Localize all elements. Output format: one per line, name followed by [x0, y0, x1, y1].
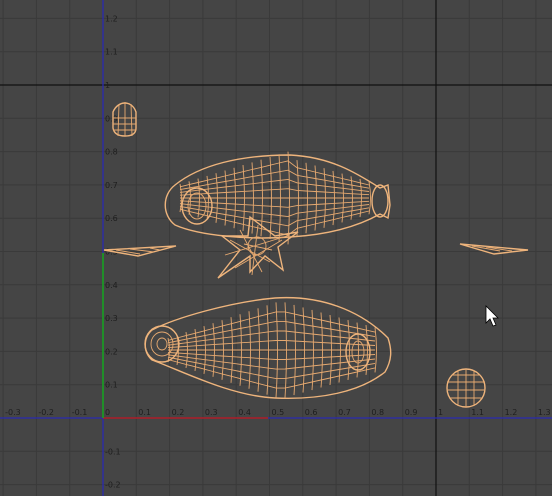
x-tick-label: 1.1 [471, 408, 484, 417]
x-tick-label: 0.4 [238, 408, 251, 417]
right-fin-shell[interactable] [459, 243, 529, 255]
uv-canvas[interactable]: -0.3 -0.2 -0.1 0 0.1 0.2 0.3 0.4 0.5 0.6 0.7 0.8 0.9… [0, 0, 552, 496]
x-tick-label: 0.5 [272, 408, 285, 417]
round-cap-shell[interactable] [446, 368, 486, 408]
x-tick-label: -0.1 [72, 408, 88, 417]
x-tick-label: 1 [438, 408, 443, 417]
y-tick-label: 1.1 [105, 48, 118, 57]
x-tick-label: 0 [105, 408, 110, 417]
y-tick-label: 0.8 [105, 148, 118, 157]
y-tick-label: 0.9 [105, 114, 118, 123]
uv-editor-viewport[interactable]: -0.3 -0.2 -0.1 0 0.1 0.2 0.3 0.4 0.5 0.6 0.7 0.8 0.9… [0, 0, 552, 496]
y-tick-label: 0.3 [105, 314, 118, 323]
y-tick-label: 0.1 [105, 381, 118, 390]
x-tick-label: 1.2 [505, 408, 518, 417]
mesh-edge [167, 359, 376, 389]
y-tick-label: 1 [105, 81, 110, 90]
arrow-cursor-icon [485, 305, 499, 327]
x-tick-label: -0.2 [38, 408, 54, 417]
x-tick-label: -0.3 [5, 408, 21, 417]
mesh-edge [167, 354, 376, 370]
y-tick-label: 0.7 [105, 181, 118, 190]
mesh-edge [167, 330, 376, 346]
x-tick-label: 0.1 [138, 408, 151, 417]
y-tick-label: 1.2 [105, 14, 118, 23]
x-tick-label: 0.3 [205, 408, 218, 417]
y-tick-label: 0.2 [105, 347, 118, 356]
y-tick-label: -0.2 [105, 481, 121, 490]
x-tick-label: 0.6 [305, 408, 318, 417]
mesh-edge [167, 340, 376, 349]
y-tick-label: -0.1 [105, 447, 121, 456]
y-tick-label: 0.6 [105, 214, 118, 223]
x-tick-label: 0.8 [371, 408, 384, 417]
x-tick-label: 0.2 [172, 408, 185, 417]
grid [0, 0, 552, 496]
x-tick-label: 1.3 [538, 408, 551, 417]
mesh-edge [167, 351, 376, 360]
tail-star-shell[interactable] [217, 215, 299, 279]
x-tick-label: 0.7 [338, 408, 351, 417]
y-tick-label: 0.4 [105, 281, 118, 290]
mesh-edge [374, 327, 377, 373]
mesh-edge [167, 311, 376, 341]
x-tick-label: 0.9 [405, 408, 418, 417]
upper-fish-body-shell[interactable] [164, 151, 391, 245]
lower-fish-body-shell[interactable] [144, 296, 392, 399]
